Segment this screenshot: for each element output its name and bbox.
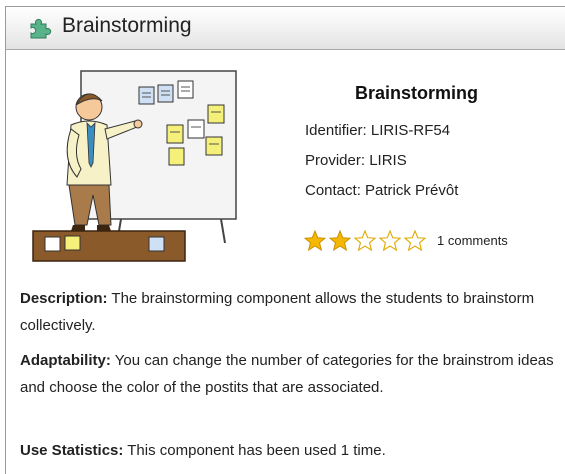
use-statistics-label: Use Statistics:	[20, 442, 124, 459]
adaptability-paragraph: Adaptability: You can change the number …	[20, 347, 560, 401]
identifier-text: Identifier: LIRIS-RF54	[305, 122, 451, 139]
panel-titlebar: Brainstorming	[6, 7, 565, 50]
contact-text: Contact: Patrick Prévôt	[305, 182, 459, 199]
teacher-at-whiteboard-illustration	[32, 70, 237, 262]
panel-title: Brainstorming	[62, 14, 192, 37]
adaptability-label: Adaptability:	[20, 352, 111, 369]
description-paragraph: Description: The brainstorming component…	[20, 285, 560, 339]
provider-text: Provider: LIRIS	[305, 152, 407, 169]
star-empty-icon[interactable]	[354, 229, 376, 251]
star-filled-icon[interactable]	[304, 229, 326, 251]
star-filled-icon[interactable]	[329, 229, 351, 251]
star-empty-icon[interactable]	[379, 229, 401, 251]
comments-link[interactable]: 1 comments	[437, 233, 508, 248]
description-label: Description:	[20, 290, 108, 307]
use-statistics-paragraph: Use Statistics: This component has been …	[20, 437, 560, 464]
star-empty-icon[interactable]	[404, 229, 426, 251]
component-name: Brainstorming	[355, 83, 479, 103]
component-panel: Brainstorming Brainstorming Identifier: …	[5, 6, 565, 474]
use-statistics-text: This component has been used 1 time.	[123, 442, 386, 459]
star-rating[interactable]: 1 comments	[304, 229, 508, 251]
puzzle-piece-icon	[30, 18, 52, 39]
